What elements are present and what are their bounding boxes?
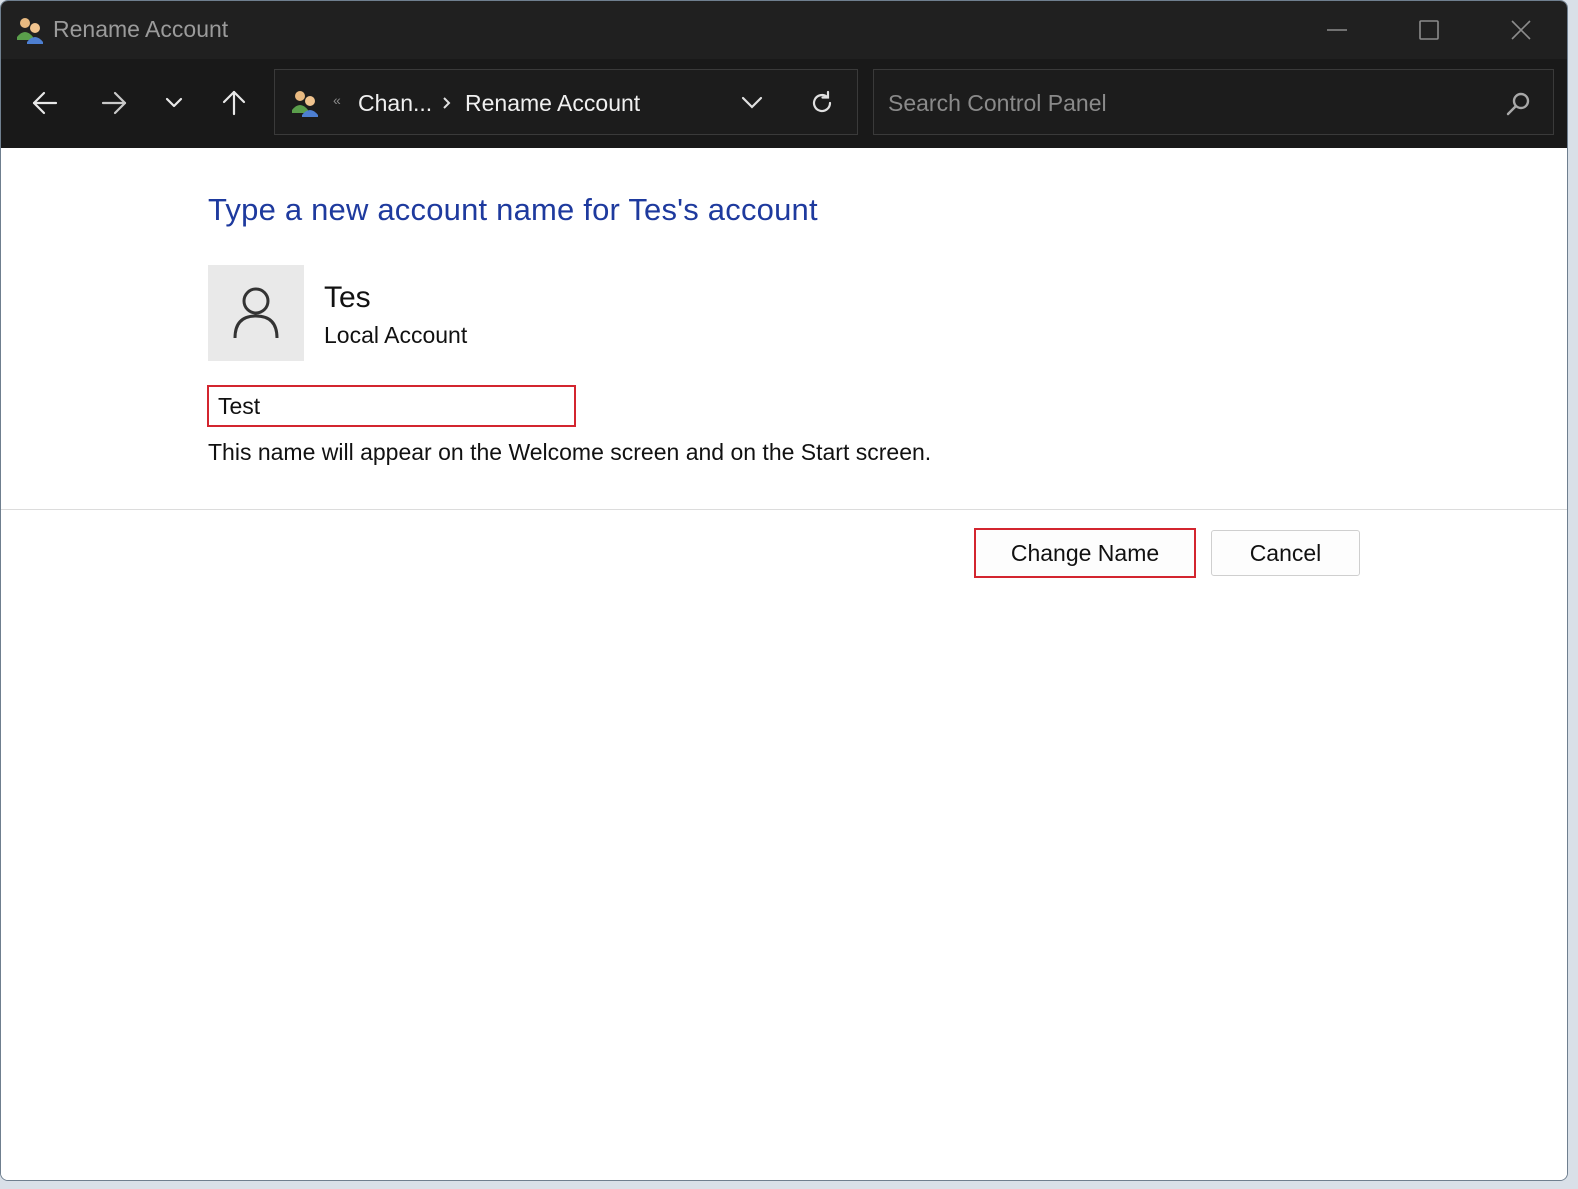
recent-locations-button[interactable] — [152, 81, 196, 125]
title-bar: Rename Account — [1, 1, 1567, 59]
account-name: Tes — [324, 281, 371, 314]
new-account-name-input[interactable] — [209, 387, 574, 425]
search-input[interactable] — [886, 84, 1490, 122]
close-button[interactable] — [1475, 1, 1567, 59]
search-box[interactable] — [873, 69, 1554, 135]
navigation-bar: « Chan... Rename Account — [1, 59, 1567, 148]
search-icon[interactable] — [1504, 90, 1532, 118]
recent-locations-icon — [165, 97, 183, 108]
breadcrumb-rename-account[interactable]: Rename Account — [465, 90, 640, 117]
divider — [1, 509, 1567, 510]
page-title: Type a new account name for Tes's accoun… — [208, 192, 818, 227]
refresh-button[interactable] — [805, 86, 839, 120]
breadcrumb-overflow[interactable]: « — [333, 92, 341, 108]
up-button[interactable] — [212, 81, 256, 125]
new-account-name-field[interactable] — [207, 385, 576, 427]
main-content: Type a new account name for Tes's accoun… — [1, 148, 1567, 1180]
close-icon — [1511, 20, 1531, 40]
maximize-button[interactable] — [1383, 1, 1475, 59]
breadcrumb-change-account[interactable]: Chan... — [358, 90, 432, 117]
forward-arrow-icon — [101, 91, 127, 115]
maximize-icon — [1419, 20, 1439, 40]
address-bar[interactable]: « Chan... Rename Account — [274, 69, 858, 135]
refresh-icon — [812, 90, 832, 113]
address-dropdown-button[interactable] — [737, 90, 767, 116]
minimize-button[interactable] — [1291, 1, 1383, 59]
users-icon — [290, 88, 320, 118]
chevron-down-icon — [741, 96, 763, 109]
back-button[interactable] — [23, 81, 67, 125]
forward-button[interactable] — [92, 81, 136, 125]
back-arrow-icon — [32, 91, 58, 115]
minimize-icon — [1327, 29, 1347, 31]
rename-account-window: Rename Account « Chan... Rename Account … — [0, 0, 1568, 1181]
cancel-button[interactable]: Cancel — [1211, 530, 1360, 576]
account-type: Local Account — [324, 322, 468, 348]
window-title: Rename Account — [53, 16, 229, 42]
user-avatar-icon — [233, 287, 279, 339]
change-name-button[interactable]: Change Name — [974, 528, 1196, 578]
chevron-right-icon[interactable] — [441, 92, 453, 119]
avatar — [208, 265, 304, 361]
up-arrow-icon — [222, 90, 246, 116]
name-hint-text: This name will appear on the Welcome scr… — [208, 439, 932, 465]
users-icon — [15, 15, 45, 45]
